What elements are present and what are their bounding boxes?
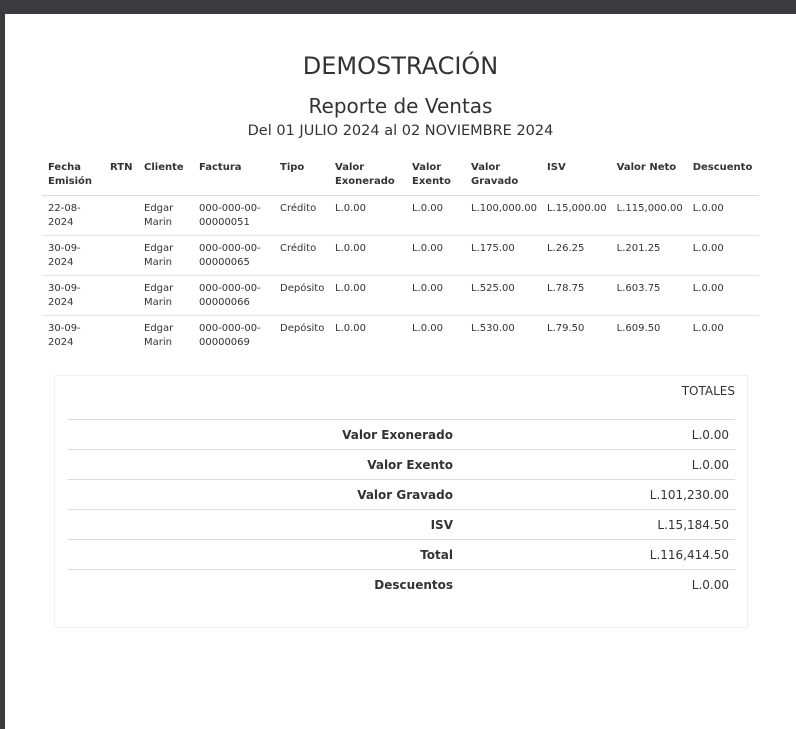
cell-valor-gravado: L.530.00 (471, 323, 515, 334)
totals-table: Valor Exonerado L.0.00 Valor Exento L.0.… (67, 419, 735, 599)
cell-tipo: Depósito (280, 323, 325, 334)
cell-rtn (104, 235, 138, 276)
totals-row-valor-exonerado: Valor Exonerado L.0.00 (67, 419, 735, 450)
totals-label: ISV (67, 509, 459, 540)
cell-valor-exento: L.0.00 (406, 195, 465, 236)
totals-value: L.116,414.50 (459, 539, 735, 570)
totals-value: L.101,230.00 (459, 479, 735, 510)
cell-valor-exonerado: L.0.00 (329, 235, 406, 276)
cell-rtn (104, 195, 138, 236)
header-valor-exento: Valor Exento (406, 157, 465, 196)
table-row: 22-08- 2024 Edgar Marin 000-000-00- 0000005… (42, 195, 759, 236)
totals-label: Descuentos (67, 569, 459, 599)
totals-row-total: Total L.116,414.50 (67, 539, 735, 570)
totals-card: TOTALES Valor Exonerado L.0.00 Valor Exe… (54, 375, 748, 628)
header-factura: Factura (193, 157, 274, 196)
cell-cliente: Edgar Marin (138, 275, 193, 316)
table-row: 30-09- 2024 Edgar Marin 000-000-00- 0000006… (42, 316, 759, 356)
header-tipo: Tipo (274, 157, 329, 196)
cell-valor-neto: L.201.25 (610, 235, 687, 276)
cell-cliente: Edgar Marin (144, 323, 174, 348)
totals-row-descuentos: Descuentos L.0.00 (67, 569, 735, 599)
cell-valor-neto: L.603.75 (610, 275, 687, 316)
header-rtn: RTN (104, 157, 138, 196)
table-row: 30-09- 2024 Edgar Marin 000-000-00- 0000006… (42, 235, 759, 276)
cell-valor-gravado: L.175.00 (465, 235, 542, 276)
cell-valor-gravado: L.100,000.00 (465, 195, 542, 236)
cell-isv: L.78.75 (541, 275, 611, 316)
report-title: Reporte de Ventas (308, 94, 493, 118)
cell-fecha: 22-08- 2024 (42, 195, 104, 236)
cell-valor-exonerado: L.0.00 (335, 323, 367, 334)
cell-valor-neto: L.115,000.00 (610, 195, 687, 236)
cell-valor-exonerado: L.0.00 (329, 195, 406, 236)
table-header-row: Fecha Emisión RTN Cliente Factura Tipo Va… (42, 157, 759, 196)
totals-row-isv: ISV L.15,184.50 (67, 509, 735, 540)
header-valor-exonerado: Valor Exonerado (329, 157, 406, 196)
cell-fecha: 30-09- 2024 (42, 235, 104, 276)
company-name: DEMOSTRACIÓN (302, 52, 499, 80)
totals-label: Total (67, 539, 459, 570)
cell-isv: L.26.25 (541, 235, 611, 276)
cell-rtn (104, 275, 138, 316)
totals-value: L.0.00 (459, 449, 735, 480)
header-cliente: Cliente (138, 157, 193, 196)
cell-valor-exento: L.0.00 (412, 323, 444, 334)
cell-descuento: L.0.00 (686, 275, 759, 316)
cell-fecha: 30-09- 2024 (48, 323, 81, 348)
cell-valor-gravado: L.525.00 (465, 275, 542, 316)
cell-factura: 000-000-00- 00000065 (193, 235, 274, 276)
cell-tipo: Depósito (274, 275, 329, 316)
cell-descuento: L.0.00 (692, 323, 724, 334)
cell-factura: 000-000-00- 00000051 (193, 195, 274, 236)
totals-heading: TOTALES (681, 384, 735, 398)
cell-valor-exento: L.0.00 (406, 235, 465, 276)
header-valor-gravado: Valor Gravado (465, 157, 542, 196)
totals-row-valor-exento: Valor Exento L.0.00 (67, 449, 735, 480)
cell-cliente: Edgar Marin (138, 195, 193, 236)
cell-valor-exento: L.0.00 (406, 275, 465, 316)
header-fecha: Fecha Emisión (42, 157, 104, 196)
header-descuento: Descuento (686, 157, 759, 196)
cell-tipo: Crédito (274, 195, 329, 236)
sales-table: Fecha Emisión RTN Cliente Factura Tipo Va… (42, 157, 759, 355)
cell-tipo: Crédito (274, 235, 329, 276)
totals-row-valor-gravado: Valor Gravado L.101,230.00 (67, 479, 735, 510)
totals-label: Valor Gravado (67, 479, 459, 510)
report-page: DEMOSTRACIÓN Reporte de Ventas Del 01 JU… (5, 14, 796, 729)
totals-label: Valor Exento (67, 449, 459, 480)
cell-valor-exonerado: L.0.00 (329, 275, 406, 316)
cell-factura: 000-000-00- 00000066 (193, 275, 274, 316)
date-range: Del 01 JULIO 2024 al 02 NOVIEMBRE 2024 (247, 123, 554, 139)
totals-value: L.15,184.50 (459, 509, 735, 540)
cell-valor-neto: L.609.50 (616, 323, 661, 334)
header-isv: ISV (541, 157, 611, 196)
cell-fecha: 30-09- 2024 (42, 275, 104, 316)
cell-rtn (104, 316, 138, 356)
cell-isv: L.15,000.00 (541, 195, 611, 236)
cell-cliente: Edgar Marin (138, 235, 193, 276)
cell-factura: 000-000-00- 00000069 (199, 323, 261, 348)
totals-value: L.0.00 (459, 419, 735, 450)
cell-descuento: L.0.00 (686, 235, 759, 276)
totals-label: Valor Exonerado (67, 419, 459, 450)
cell-isv: L.79.50 (547, 323, 585, 334)
cell-descuento: L.0.00 (686, 195, 759, 236)
totals-value: L.0.00 (459, 569, 735, 599)
table-row: 30-09- 2024 Edgar Marin 000-000-00- 0000006… (42, 275, 759, 316)
header-valor-neto: Valor Neto (610, 157, 687, 196)
